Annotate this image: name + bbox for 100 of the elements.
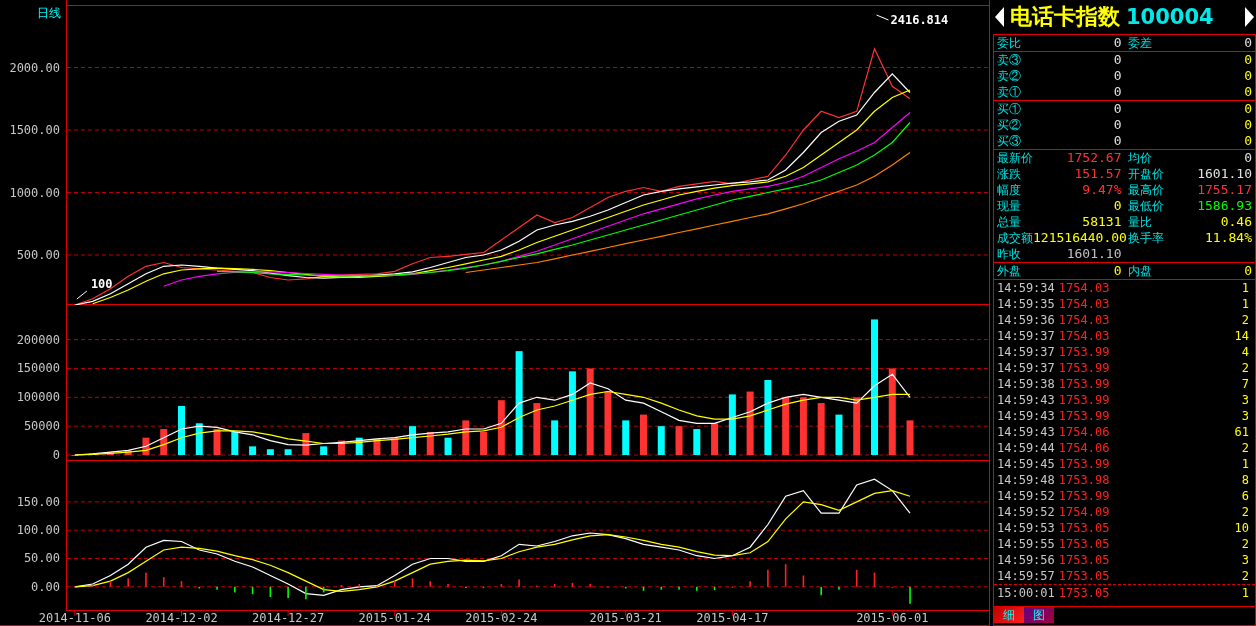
trade-volume: 2 xyxy=(1241,568,1249,584)
trade-volume: 3 xyxy=(1241,408,1249,424)
field-label: 委差 xyxy=(1127,35,1152,51)
order-price: 0 xyxy=(1113,84,1122,100)
order-volume: 0 xyxy=(1244,84,1252,100)
trade-time: 14:59:37 xyxy=(997,344,1055,360)
axis-label: 200000 xyxy=(16,332,60,347)
date-label: 2015-04-17 xyxy=(696,611,769,625)
field-value: 0 xyxy=(1244,150,1252,166)
field-label: 最新价 xyxy=(997,150,1033,166)
axis-label: 100.00 xyxy=(16,523,60,538)
trade-price: 1753.05 xyxy=(1058,536,1110,552)
field-value: 0 xyxy=(1244,35,1252,51)
trade-price: 1753.05 xyxy=(1058,568,1110,584)
trade-price: 1754.03 xyxy=(1058,312,1110,328)
value-label: 100 xyxy=(90,277,113,291)
field-label: 昨收 xyxy=(997,246,1021,262)
date-label: 2015-01-24 xyxy=(358,611,431,625)
trade-volume: 1 xyxy=(1241,456,1249,472)
field-value: 9.47% xyxy=(1082,182,1122,198)
field-label: 开盘价 xyxy=(1127,166,1164,182)
field-value: 1601.10 xyxy=(1197,166,1252,182)
trade-price: 1753.05 xyxy=(1058,552,1110,568)
field-label: 卖③ xyxy=(997,52,1021,68)
field-label: 总量 xyxy=(997,214,1021,230)
date-label: 2015-03-21 xyxy=(589,611,662,625)
order-price: 0 xyxy=(1113,101,1122,117)
value-label: 2416.814 xyxy=(890,13,949,27)
field-value: 1752.67 xyxy=(1066,150,1122,166)
trade-time: 14:59:34 xyxy=(997,280,1055,296)
trade-price: 1753.05 xyxy=(1058,520,1110,536)
trade-price: 1754.03 xyxy=(1058,328,1110,344)
order-price: 0 xyxy=(1113,133,1122,149)
order-volume: 0 xyxy=(1244,133,1252,149)
trade-volume: 1 xyxy=(1241,296,1249,312)
trade-price: 1753.05 xyxy=(1058,585,1110,601)
trade-time: 14:59:55 xyxy=(997,536,1055,552)
trade-time: 14:59:43 xyxy=(997,408,1055,424)
trade-time: 14:59:53 xyxy=(997,520,1055,536)
field-label: 买② xyxy=(997,117,1021,133)
date-label: 2014-11-06 xyxy=(38,611,111,625)
trade-volume: 4 xyxy=(1241,344,1249,360)
order-price: 0 xyxy=(1113,52,1122,68)
date-label: 2014-12-27 xyxy=(252,611,325,625)
field-label: 买① xyxy=(997,101,1021,117)
trade-price: 1753.99 xyxy=(1058,344,1110,360)
trade-time: 14:59:48 xyxy=(997,472,1055,488)
trade-time: 14:59:57 xyxy=(997,568,1055,584)
field-label: 涨跌 xyxy=(997,166,1021,182)
field-value: 1755.17 xyxy=(1197,182,1252,198)
axis-label: 50.00 xyxy=(23,551,60,566)
order-volume: 0 xyxy=(1244,68,1252,84)
field-value: 11.84% xyxy=(1205,230,1252,246)
axis-label: 150000 xyxy=(16,361,60,376)
axis-label: 100000 xyxy=(16,390,60,405)
chart-title: 日线 xyxy=(37,6,61,20)
trade-time: 14:59:43 xyxy=(997,424,1055,440)
axis-label: 50000 xyxy=(23,419,60,434)
trade-price: 1753.98 xyxy=(1058,472,1110,488)
field-label: 买③ xyxy=(997,133,1021,149)
trade-volume: 2 xyxy=(1241,504,1249,520)
order-price: 0 xyxy=(1113,117,1122,133)
trade-price: 1754.06 xyxy=(1058,440,1110,456)
trade-price: 1754.09 xyxy=(1058,504,1110,520)
trade-time: 14:59:37 xyxy=(997,360,1055,376)
trade-volume: 14 xyxy=(1234,328,1249,344)
field-label: 委比 xyxy=(997,35,1021,51)
trade-volume: 2 xyxy=(1241,440,1249,456)
axis-label: 1500.00 xyxy=(9,123,60,137)
field-value: 0 xyxy=(1113,35,1122,51)
field-label: 幅度 xyxy=(997,182,1021,198)
field-value: 121516440.00 xyxy=(1033,230,1127,246)
field-label: 换手率 xyxy=(1127,230,1164,246)
field-label: 卖② xyxy=(997,68,1021,84)
field-value: 0 xyxy=(1113,263,1122,279)
trade-price: 1754.03 xyxy=(1058,296,1110,312)
trade-time: 14:59:44 xyxy=(997,440,1055,456)
field-value: 0 xyxy=(1244,263,1252,279)
trade-price: 1753.99 xyxy=(1058,408,1110,424)
field-label: 外盘 xyxy=(997,263,1021,279)
index-code: 100004 xyxy=(1126,5,1215,29)
field-label: 卖① xyxy=(997,84,1021,100)
trade-price: 1753.99 xyxy=(1058,376,1110,392)
field-value: 151.57 xyxy=(1074,166,1122,182)
trade-price: 1754.03 xyxy=(1058,280,1110,296)
field-label: 量比 xyxy=(1127,214,1152,230)
trade-volume: 2 xyxy=(1241,312,1249,328)
trade-volume: 10 xyxy=(1234,520,1249,536)
trade-volume: 6 xyxy=(1241,488,1249,504)
trade-volume: 8 xyxy=(1241,472,1249,488)
field-label: 内盘 xyxy=(1127,263,1152,279)
trade-time: 14:59:52 xyxy=(997,504,1055,520)
field-value: 1601.10 xyxy=(1066,246,1122,262)
trade-price: 1753.99 xyxy=(1058,360,1110,376)
date-label: 2015-06-01 xyxy=(856,611,929,625)
axis-label: 500.00 xyxy=(16,248,60,262)
field-value: 0.46 xyxy=(1220,214,1252,230)
trade-time: 14:59:36 xyxy=(997,312,1055,328)
date-label: 2014-12-02 xyxy=(145,611,218,625)
trade-volume: 1 xyxy=(1241,585,1249,601)
